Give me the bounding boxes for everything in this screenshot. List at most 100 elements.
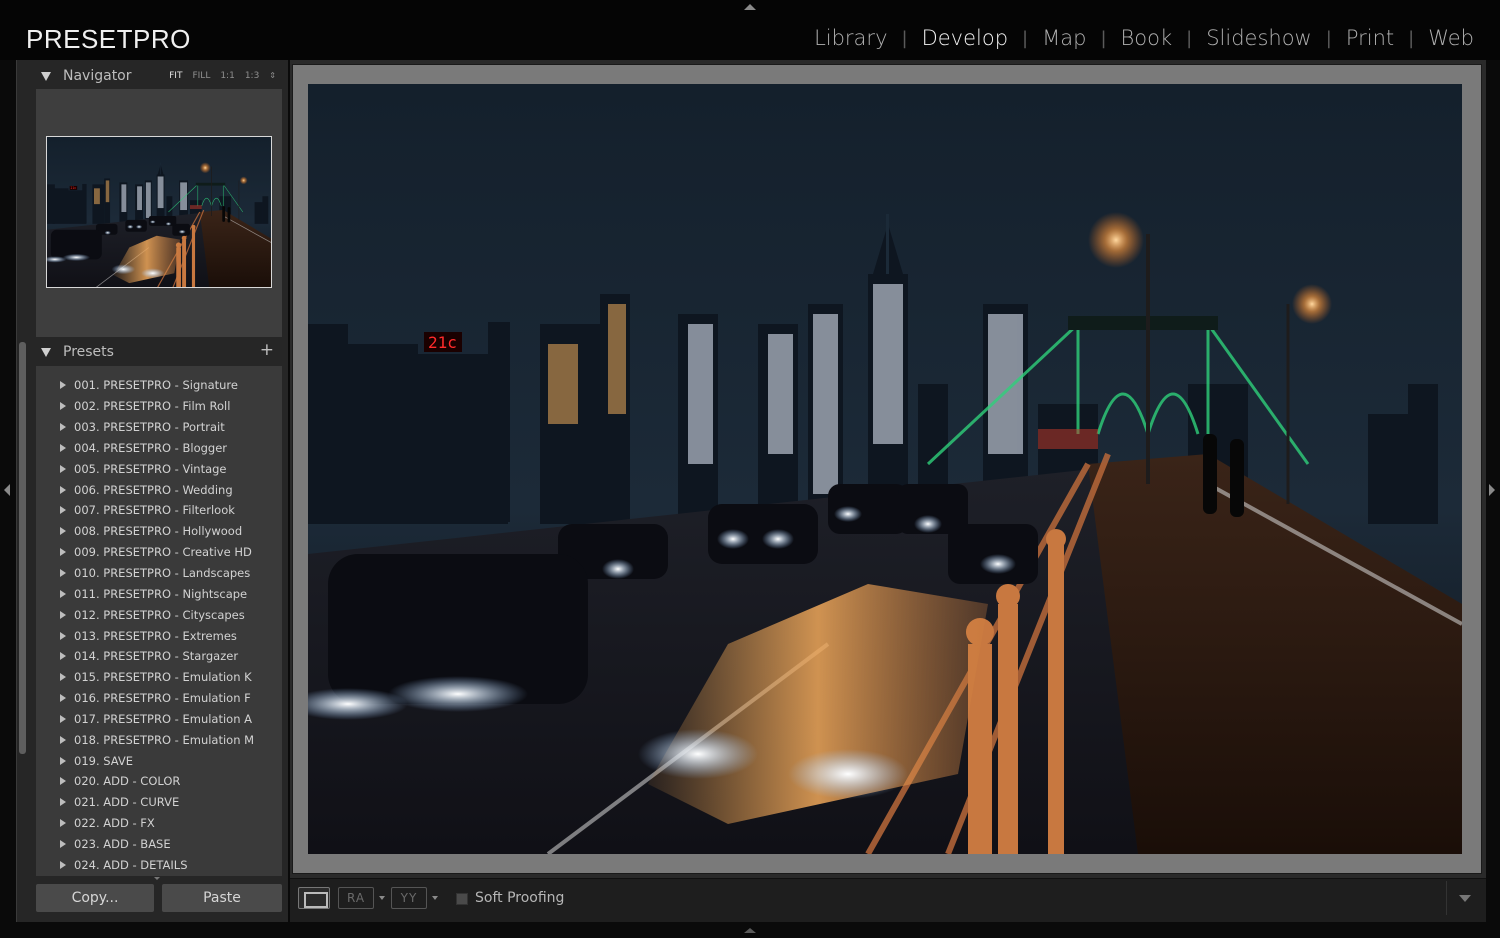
presets-title: Presets	[63, 344, 114, 360]
preset-label: 018. PRESETPRO - Emulation M	[74, 732, 255, 747]
right-panel-toggle-icon[interactable]	[1489, 484, 1495, 496]
preset-item[interactable]: 005. PRESETPRO - Vintage	[36, 458, 282, 479]
presets-list-container: 001. PRESETPRO - Signature 002. PRESETPRO…	[36, 366, 282, 876]
expand-triangle-icon[interactable]	[60, 777, 66, 786]
preset-label: 013. PRESETPRO - Extremes	[74, 628, 237, 643]
preset-item[interactable]: 001. PRESETPRO - Signature	[36, 375, 282, 396]
zoom-fill[interactable]: FILL	[192, 71, 210, 81]
preset-item[interactable]: 007. PRESETPRO - Filterlook	[36, 500, 282, 521]
left-panel-toggle-icon[interactable]	[4, 484, 10, 496]
toolbar-content-menu-icon[interactable]	[1446, 881, 1482, 915]
preset-label: 016. PRESETPRO - Emulation F	[74, 691, 251, 706]
add-preset-icon[interactable]: +	[260, 340, 274, 360]
preset-item[interactable]: 016. PRESETPRO - Emulation F	[36, 688, 282, 709]
expand-triangle-icon[interactable]	[60, 652, 66, 661]
preset-label: 020. ADD - COLOR	[74, 774, 181, 789]
preset-label: 019. SAVE	[74, 753, 134, 768]
before-after-left-right-icon[interactable]: RA	[338, 887, 374, 909]
expand-triangle-icon[interactable]	[60, 819, 66, 828]
preset-item[interactable]: 002. PRESETPRO - Film Roll	[36, 396, 282, 417]
expand-triangle-icon[interactable]	[60, 402, 66, 411]
preset-item[interactable]: 003. PRESETPRO - Portrait	[36, 417, 282, 438]
filmstrip-toggle-icon[interactable]	[744, 928, 756, 933]
preset-item[interactable]: 021. ADD - CURVE	[36, 792, 282, 813]
navigator-title: Navigator	[63, 68, 132, 84]
preset-item[interactable]: 008. PRESETPRO - Hollywood	[36, 521, 282, 542]
expand-triangle-icon[interactable]	[60, 548, 66, 557]
loupe-view-icon[interactable]	[298, 887, 330, 909]
presets-collapse-icon[interactable]	[41, 347, 51, 357]
expand-triangle-icon[interactable]	[60, 756, 66, 765]
expand-triangle-icon[interactable]	[60, 381, 66, 390]
preset-item[interactable]: 015. PRESETPRO - Emulation K	[36, 667, 282, 688]
preset-item[interactable]: 019. SAVE	[36, 750, 282, 771]
brand-logo: PRESETPRO	[26, 24, 191, 54]
preset-label: 012. PRESETPRO - Cityscapes	[74, 607, 245, 622]
before-after-top-bottom-icon[interactable]: YY	[391, 887, 427, 909]
preset-item[interactable]: 022. ADD - FX	[36, 813, 282, 834]
expand-triangle-icon[interactable]	[60, 735, 66, 744]
preset-label: 023. ADD - BASE	[74, 836, 171, 851]
module-develop[interactable]: Develop	[908, 26, 1022, 50]
navigator-thumbnail[interactable]	[46, 136, 272, 288]
preset-item[interactable]: 009. PRESETPRO - Creative HD	[36, 542, 282, 563]
module-book[interactable]: Book	[1107, 26, 1187, 50]
main-photo[interactable]: 21c	[308, 84, 1462, 854]
module-print[interactable]: Print	[1332, 26, 1408, 50]
preset-item[interactable]: 020. ADD - COLOR	[36, 771, 282, 792]
paste-button[interactable]: Paste	[162, 884, 282, 912]
soft-proofing-checkbox[interactable]	[456, 893, 468, 905]
preset-list: 001. PRESETPRO - Signature 002. PRESETPRO…	[36, 366, 282, 875]
copy-button[interactable]: Copy...	[36, 884, 154, 912]
module-slideshow[interactable]: Slideshow	[1192, 26, 1326, 50]
preset-item[interactable]: 010. PRESETPRO - Landscapes	[36, 563, 282, 584]
before-after-swap-dropdown-icon[interactable]	[432, 896, 438, 900]
expand-triangle-icon[interactable]	[60, 423, 66, 432]
expand-triangle-icon[interactable]	[60, 694, 66, 703]
preset-label: 003. PRESETPRO - Portrait	[74, 420, 225, 435]
top-panel-toggle-icon[interactable]	[744, 4, 756, 10]
zoom-1-3[interactable]: 1:3	[245, 71, 259, 81]
preset-label: 011. PRESETPRO - Nightscape	[74, 586, 248, 601]
expand-triangle-icon[interactable]	[60, 631, 66, 640]
soft-proofing-label[interactable]: Soft Proofing	[475, 890, 564, 906]
module-library[interactable]: Library	[800, 26, 901, 50]
preset-label: 017. PRESETPRO - Emulation A	[74, 711, 253, 726]
before-after-dropdown-icon[interactable]	[379, 896, 385, 900]
expand-triangle-icon[interactable]	[60, 464, 66, 473]
expand-triangle-icon[interactable]	[60, 589, 66, 598]
preset-item[interactable]: 013. PRESETPRO - Extremes	[36, 625, 282, 646]
navigator-collapse-icon[interactable]	[41, 71, 51, 81]
preset-label: 007. PRESETPRO - Filterlook	[74, 503, 235, 518]
presets-header[interactable]: Presets +	[20, 339, 284, 365]
expand-triangle-icon[interactable]	[60, 569, 66, 578]
expand-triangle-icon[interactable]	[60, 610, 66, 619]
preset-item[interactable]: 017. PRESETPRO - Emulation A	[36, 709, 282, 730]
preset-item[interactable]: 018. PRESETPRO - Emulation M	[36, 729, 282, 750]
preset-item[interactable]: 006. PRESETPRO - Wedding	[36, 479, 282, 500]
zoom-fit[interactable]: FIT	[169, 71, 182, 81]
preset-label: 015. PRESETPRO - Emulation K	[74, 670, 252, 685]
preset-item[interactable]: 023. ADD - BASE	[36, 834, 282, 855]
navigator-header[interactable]: Navigator FIT FILL 1:1 1:3 ⇕	[20, 63, 284, 89]
preset-item[interactable]: 012. PRESETPRO - Cityscapes	[36, 604, 282, 625]
expand-triangle-icon[interactable]	[60, 485, 66, 494]
expand-triangle-icon[interactable]	[60, 839, 66, 848]
preset-item[interactable]: 014. PRESETPRO - Stargazer	[36, 646, 282, 667]
expand-triangle-icon[interactable]	[60, 860, 66, 869]
module-web[interactable]: Web	[1414, 26, 1488, 50]
expand-triangle-icon[interactable]	[60, 798, 66, 807]
expand-triangle-icon[interactable]	[60, 443, 66, 452]
left-panel-scrollbar[interactable]	[19, 342, 26, 754]
expand-triangle-icon[interactable]	[60, 673, 66, 682]
zoom-stepper-icon[interactable]: ⇕	[269, 71, 276, 81]
module-map[interactable]: Map	[1028, 26, 1100, 50]
expand-triangle-icon[interactable]	[60, 714, 66, 723]
zoom-1-1[interactable]: 1:1	[220, 71, 234, 81]
preset-item[interactable]: 024. ADD - DETAILS	[36, 854, 282, 875]
expand-triangle-icon[interactable]	[60, 506, 66, 515]
preset-label: 004. PRESETPRO - Blogger	[74, 440, 228, 455]
expand-triangle-icon[interactable]	[60, 527, 66, 536]
preset-item[interactable]: 011. PRESETPRO - Nightscape	[36, 583, 282, 604]
preset-item[interactable]: 004. PRESETPRO - Blogger	[36, 438, 282, 459]
